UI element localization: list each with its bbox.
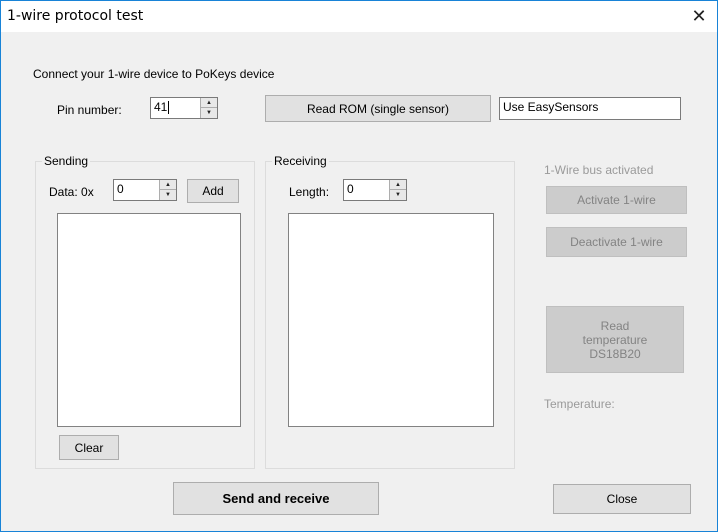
dialog-window: 1-wire protocol test ✕ Connect your 1-wi… xyxy=(0,0,718,532)
pin-number-label: Pin number: xyxy=(57,103,122,117)
close-icon[interactable]: ✕ xyxy=(685,3,713,29)
length-stepper-arrows[interactable]: ▲ ▼ xyxy=(389,180,406,200)
pin-number-value: 41 xyxy=(154,100,170,115)
window-title: 1-wire protocol test xyxy=(7,8,144,24)
stepper-up-icon[interactable]: ▲ xyxy=(390,180,406,190)
stepper-down-icon[interactable]: ▼ xyxy=(201,108,217,118)
deactivate-1wire-button[interactable]: Deactivate 1-wire xyxy=(546,227,687,257)
data-value: 0 xyxy=(117,182,124,196)
read-temperature-line: Read xyxy=(600,318,630,333)
send-and-receive-button[interactable]: Send and receive xyxy=(173,482,379,515)
bus-status-label: 1-Wire bus activated xyxy=(544,163,654,177)
pin-number-stepper[interactable]: 41 ▲ ▼ xyxy=(150,97,218,119)
read-temperature-button[interactable]: Read temperature DS18B20 xyxy=(546,306,684,373)
stepper-down-icon[interactable]: ▼ xyxy=(160,190,176,200)
close-button[interactable]: Close xyxy=(553,484,691,514)
sending-data-list[interactable] xyxy=(57,213,241,427)
read-rom-button[interactable]: Read ROM (single sensor) xyxy=(265,95,491,122)
read-temperature-line: temperature xyxy=(582,332,648,347)
data-stepper-arrows[interactable]: ▲ ▼ xyxy=(159,180,176,200)
receiving-group-title: Receiving xyxy=(272,154,329,168)
receiving-data-list[interactable] xyxy=(288,213,494,427)
stepper-up-icon[interactable]: ▲ xyxy=(201,98,217,108)
easysensors-field[interactable]: Use EasySensors xyxy=(499,97,681,120)
data-label: Data: 0x xyxy=(49,185,94,199)
activate-1wire-button[interactable]: Activate 1-wire xyxy=(546,186,687,214)
title-bar: 1-wire protocol test ✕ xyxy=(1,1,717,32)
intro-label: Connect your 1-wire device to PoKeys dev… xyxy=(33,67,275,81)
read-temperature-line: DS18B20 xyxy=(589,346,641,361)
length-label: Length: xyxy=(289,185,330,199)
temperature-label: Temperature: xyxy=(544,397,615,411)
pin-stepper-arrows[interactable]: ▲ ▼ xyxy=(200,98,217,118)
clear-button[interactable]: Clear xyxy=(59,435,119,460)
add-button[interactable]: Add xyxy=(187,179,239,203)
length-stepper[interactable]: 0 ▲ ▼ xyxy=(343,179,407,201)
stepper-down-icon[interactable]: ▼ xyxy=(390,190,406,200)
sending-group-title: Sending xyxy=(42,154,91,168)
data-stepper[interactable]: 0 ▲ ▼ xyxy=(113,179,177,201)
stepper-up-icon[interactable]: ▲ xyxy=(160,180,176,190)
length-value: 0 xyxy=(347,182,354,196)
